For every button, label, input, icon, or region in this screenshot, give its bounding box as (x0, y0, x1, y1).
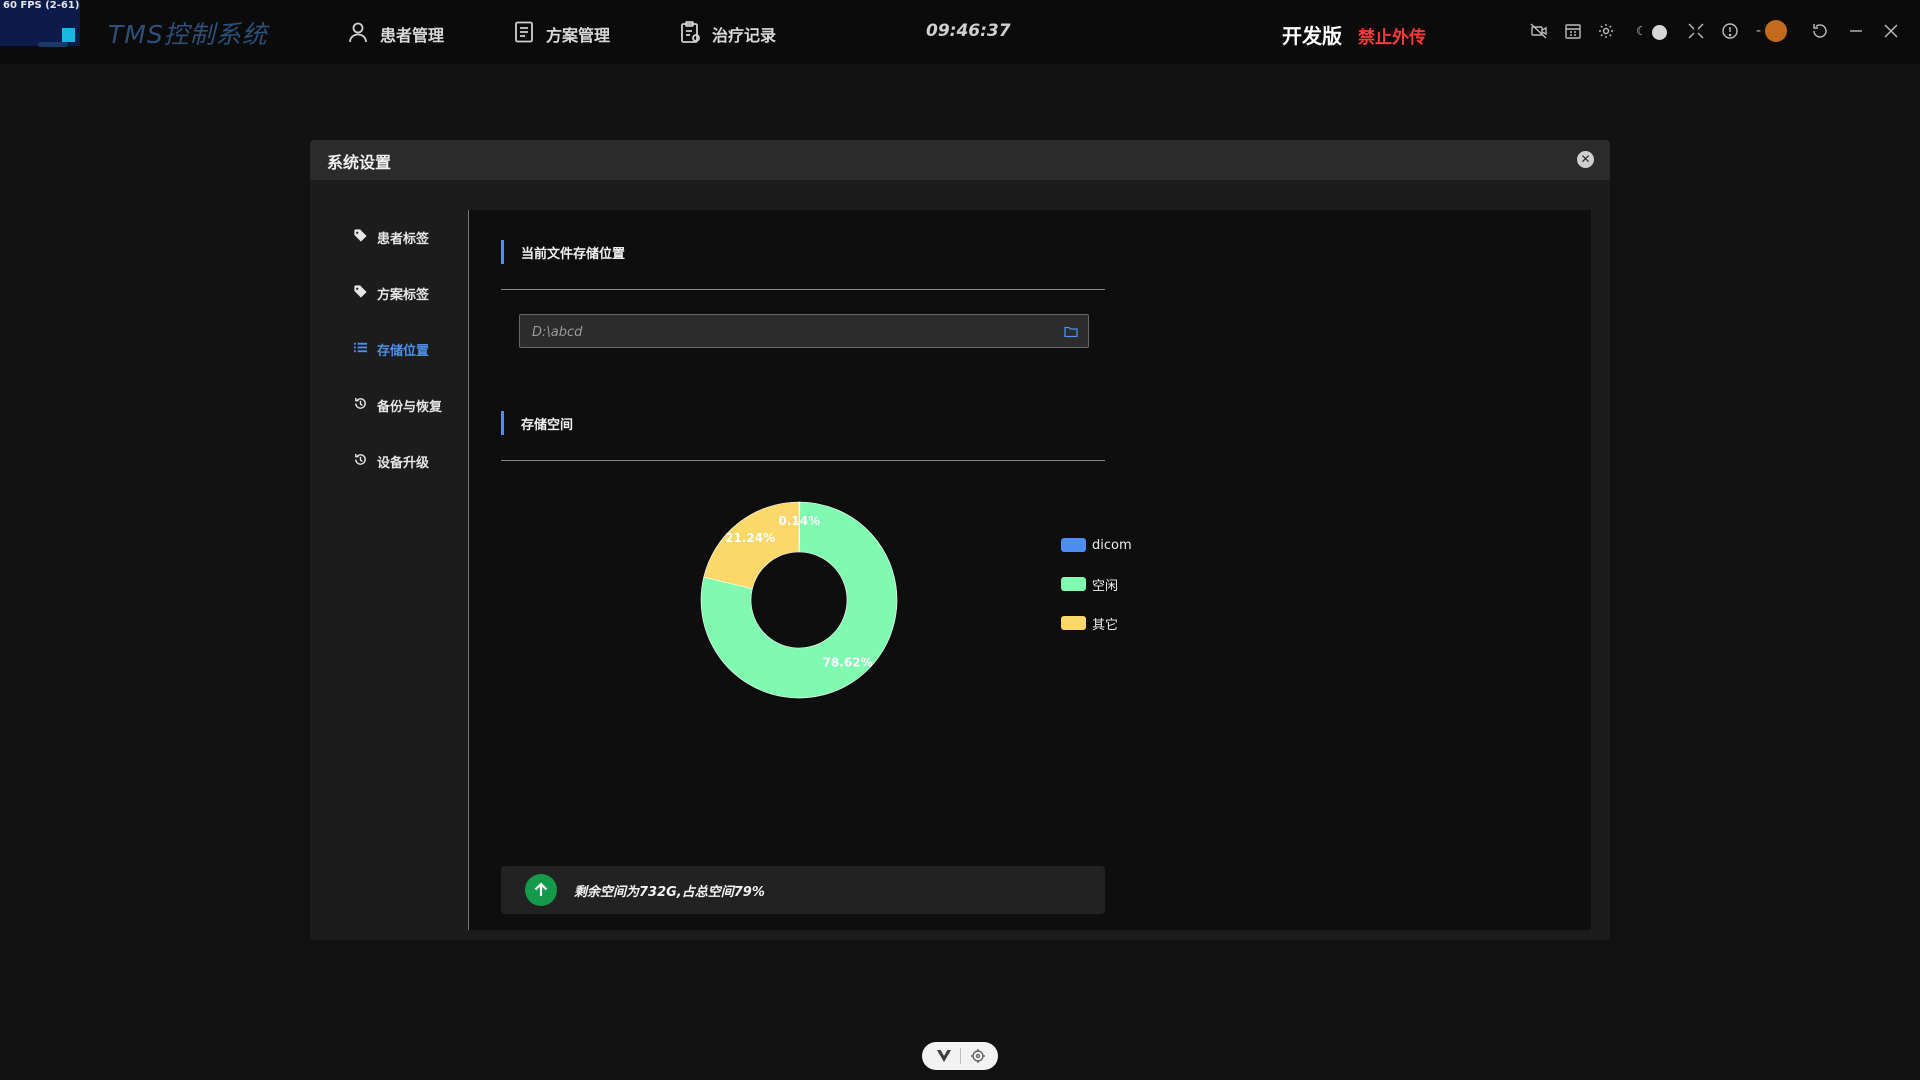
nav-label: 方案管理 (546, 26, 611, 45)
tag-icon (353, 284, 368, 303)
dialog-header: 系统设置 ✕ (310, 140, 1610, 180)
close-icon[interactable] (1881, 21, 1901, 41)
menu-item-device-upgrade[interactable]: 设备升级 (353, 452, 429, 471)
clock: 09:46:37 (926, 21, 1011, 41)
user-menu[interactable]: - (1756, 20, 1788, 42)
user-icon (346, 20, 370, 48)
storage-path-field[interactable] (519, 314, 1089, 348)
settings-content: 当前文件存储位置 存储空间 0.14% 78.62% 21.24% dicom 空闲 (468, 210, 1591, 930)
legend-swatch (1061, 538, 1086, 552)
menu-item-backup-restore[interactable]: 备份与恢复 (353, 396, 442, 415)
toggle-knob (1652, 25, 1667, 40)
section-title-storage-path: 当前文件存储位置 (501, 240, 625, 264)
info-icon[interactable] (1720, 21, 1740, 41)
arrow-up-icon (525, 874, 557, 906)
theme-toggle[interactable]: ☾ (1636, 22, 1670, 42)
storage-donut-chart: 0.14% 78.62% 21.24% (699, 500, 899, 700)
storage-info-text: 剩余空间为732G,占总空间79% (574, 885, 765, 900)
document-icon (512, 20, 536, 48)
nav-label: 治疗记录 (712, 26, 777, 45)
dev-tools-pill (922, 1042, 998, 1070)
donut-svg: 0.14% 78.62% 21.24% (700, 501, 898, 699)
fullscreen-icon[interactable] (1686, 21, 1706, 41)
storage-path-input[interactable] (530, 321, 1054, 343)
section-divider (501, 289, 1105, 290)
menu-label: 患者标签 (377, 232, 430, 247)
fps-graph (38, 42, 68, 47)
menu-label: 备份与恢复 (377, 400, 443, 415)
section-title-storage-space: 存储空间 (501, 411, 573, 435)
legend-swatch (1061, 616, 1086, 630)
history-icon (353, 396, 368, 415)
folder-icon[interactable] (1064, 325, 1078, 338)
avatar-dash: - (1756, 23, 1762, 39)
storage-info-bar: 剩余空间为732G,占总空间79% (501, 866, 1105, 914)
menu-item-storage-location[interactable]: 存储位置 (353, 340, 429, 359)
moon-icon: ☾ (1636, 24, 1647, 38)
calendar-icon[interactable] (1563, 21, 1583, 41)
clipboard-icon (678, 20, 702, 48)
edition-label: 开发版 (1282, 24, 1342, 48)
pill-separator (960, 1048, 961, 1064)
minimize-icon[interactable] (1846, 21, 1866, 41)
tag-icon (353, 228, 368, 247)
dialog-title: 系统设置 (327, 153, 392, 172)
camera-off-icon[interactable] (1529, 21, 1549, 41)
nav-treatment-records[interactable]: 治疗记录 (678, 20, 776, 48)
legend-item-dicom[interactable]: dicom (1061, 535, 1132, 555)
target-icon[interactable] (970, 1048, 986, 1064)
legend-item-free[interactable]: 空闲 (1061, 574, 1132, 594)
legend-label: dicom (1092, 537, 1132, 553)
legend-label: 其它 (1092, 617, 1119, 633)
avatar[interactable] (1765, 20, 1788, 42)
legend-item-other[interactable]: 其它 (1061, 613, 1132, 633)
section-accent-bar (501, 411, 504, 435)
gear-icon[interactable] (1596, 21, 1616, 41)
close-circle-icon[interactable]: ✕ (1577, 151, 1594, 168)
nav-plan-management[interactable]: 方案管理 (512, 20, 610, 48)
chart-legend: dicom 空闲 其它 (1061, 535, 1132, 652)
section-accent-bar (501, 240, 504, 264)
donut-label-1: 78.62% (823, 655, 873, 669)
app-title: TMS控制系统 (108, 20, 268, 49)
section-label: 存储空间 (521, 417, 574, 433)
nav-patient-management[interactable]: 患者管理 (346, 20, 444, 48)
menu-item-plan-tags[interactable]: 方案标签 (353, 284, 429, 303)
legend-label: 空闲 (1092, 578, 1119, 594)
list-icon (353, 340, 368, 359)
fps-text: 60 FPS (2-61) (3, 0, 80, 11)
menu-label: 设备升级 (377, 456, 430, 471)
no-share-warning: 禁止外传 (1358, 28, 1426, 48)
fps-bar (62, 28, 75, 42)
donut-label-0: 0.14% (779, 514, 821, 528)
fps-monitor: 60 FPS (2-61) (0, 0, 80, 47)
vue-logo-icon[interactable] (936, 1048, 952, 1064)
top-bar: 60 FPS (2-61) TMS控制系统 患者管理 方案管理 治疗记录 09:… (0, 0, 1920, 64)
menu-item-patient-tags[interactable]: 患者标签 (353, 228, 429, 247)
refresh-icon[interactable] (1810, 21, 1830, 41)
section-divider (501, 460, 1105, 461)
section-label: 当前文件存储位置 (521, 246, 626, 262)
system-settings-dialog: 系统设置 ✕ 患者标签 方案标签 存储位置 备份与恢复 设备升级 当前文件存储位… (310, 140, 1610, 940)
menu-label: 方案标签 (377, 288, 430, 303)
nav-label: 患者管理 (380, 26, 445, 45)
donut-label-2: 21.24% (725, 531, 775, 545)
history-icon (353, 452, 368, 471)
legend-swatch (1061, 577, 1086, 591)
menu-label: 存储位置 (377, 344, 430, 359)
